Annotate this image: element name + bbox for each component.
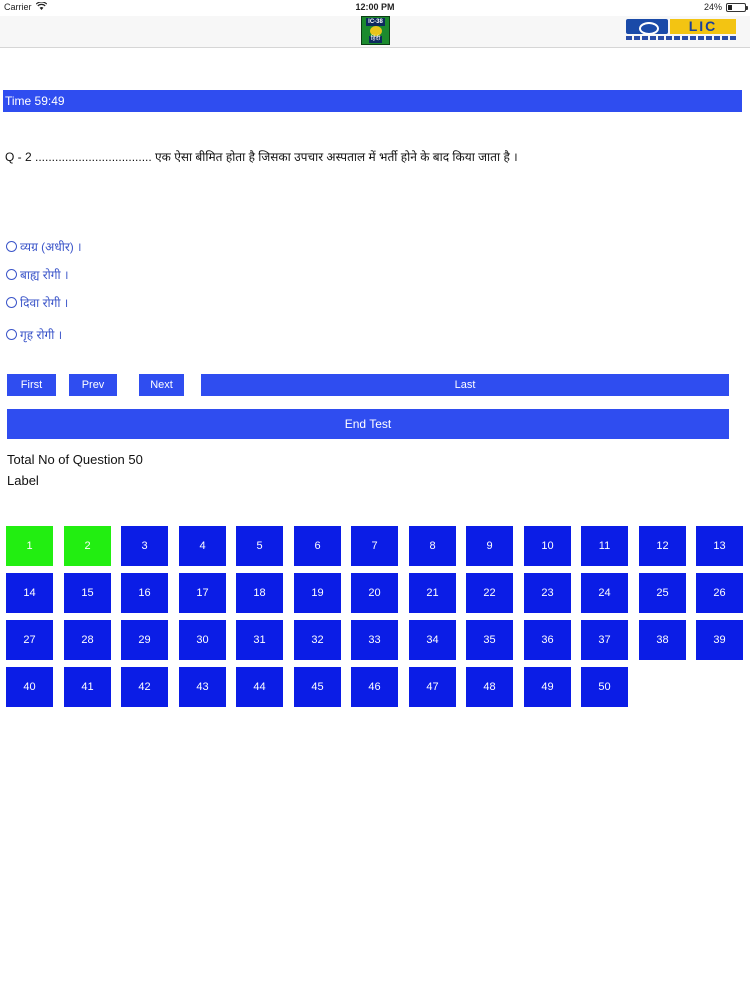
lic-logo-tagline	[626, 36, 736, 40]
option-label: गृह रोगी ।	[20, 327, 63, 342]
question-number-button[interactable]: 6	[294, 526, 341, 566]
status-bar: Carrier 12:00 PM 24%	[0, 0, 750, 16]
question-number-button[interactable]: 30	[179, 620, 226, 660]
question-number-button[interactable]: 44	[236, 667, 283, 707]
option-4[interactable]: गृह रोगी ।	[6, 326, 62, 342]
question-number-button[interactable]: 31	[236, 620, 283, 660]
question-number-button[interactable]: 18	[236, 573, 283, 613]
battery-percent: 24%	[703, 2, 722, 12]
question-number-button[interactable]: 17	[179, 573, 226, 613]
question-number-button[interactable]: 19	[294, 573, 341, 613]
option-label: दिवा रोगी ।	[20, 295, 69, 310]
question-number-button[interactable]: 32	[294, 620, 341, 660]
option-2[interactable]: बाह्य रोगी ।	[6, 266, 69, 282]
question-number-button[interactable]: 28	[64, 620, 111, 660]
radio-icon[interactable]	[6, 296, 17, 308]
app-logo-subtitle: हिंदी	[368, 36, 383, 43]
question-number-button[interactable]: 36	[524, 620, 571, 660]
question-number-button[interactable]: 27	[6, 620, 53, 660]
battery-group: 24%	[703, 2, 748, 12]
end-test-button[interactable]: End Test	[7, 409, 729, 439]
question-number-button[interactable]: 14	[6, 573, 53, 613]
question-number-button[interactable]: 4	[179, 526, 226, 566]
question-number-button[interactable]: 41	[64, 667, 111, 707]
question-number-button[interactable]: 25	[639, 573, 686, 613]
question-number-button[interactable]: 49	[524, 667, 571, 707]
question-number-button[interactable]: 37	[581, 620, 628, 660]
question-number-button[interactable]: 1	[6, 526, 53, 566]
question-number-button[interactable]: 9	[466, 526, 513, 566]
radio-icon[interactable]	[6, 240, 17, 252]
question-number-button[interactable]: 8	[409, 526, 456, 566]
next-button[interactable]: Next	[139, 374, 184, 396]
question-number-button[interactable]: 38	[639, 620, 686, 660]
question-number-button[interactable]: 20	[351, 573, 398, 613]
lic-logo: LIC	[626, 19, 736, 43]
battery-icon	[726, 2, 748, 12]
question-number-button[interactable]: 10	[524, 526, 571, 566]
question-number-button[interactable]: 23	[524, 573, 571, 613]
question-number-button[interactable]: 50	[581, 667, 628, 707]
first-button[interactable]: First	[7, 374, 56, 396]
question-number-button[interactable]: 48	[466, 667, 513, 707]
lic-logo-text: LIC	[670, 19, 736, 34]
question-number-button[interactable]: 3	[121, 526, 168, 566]
option-1[interactable]: व्यग्र (अधीर) ।	[6, 238, 82, 254]
question-text: Q - 2 ..................................…	[5, 150, 518, 164]
option-label: व्यग्र (अधीर) ।	[20, 239, 82, 254]
question-number-button[interactable]: 46	[351, 667, 398, 707]
radio-icon[interactable]	[6, 328, 17, 340]
question-number-button[interactable]: 11	[581, 526, 628, 566]
question-number-button[interactable]: 43	[179, 667, 226, 707]
app-logo-title: IC-38	[366, 18, 385, 26]
question-number-button[interactable]: 13	[696, 526, 743, 566]
status-time: 12:00 PM	[355, 2, 395, 12]
question-number-button[interactable]: 15	[64, 573, 111, 613]
total-questions-label: Total No of Question 50	[7, 452, 143, 467]
lic-emblem-icon	[626, 19, 668, 35]
seal-icon	[369, 26, 382, 36]
option-label: बाह्य रोगी ।	[20, 267, 69, 282]
app-logo: IC-38 हिंदी	[361, 16, 390, 45]
question-number-button[interactable]: 21	[409, 573, 456, 613]
question-number-button[interactable]: 29	[121, 620, 168, 660]
question-number-button[interactable]: 26	[696, 573, 743, 613]
question-number-button[interactable]: 12	[639, 526, 686, 566]
question-number-button[interactable]: 33	[351, 620, 398, 660]
question-number-button[interactable]: 24	[581, 573, 628, 613]
question-number-button[interactable]: 34	[409, 620, 456, 660]
status-label: Label	[7, 473, 39, 488]
nav-header: IC-38 हिंदी LIC	[0, 16, 750, 48]
prev-button[interactable]: Prev	[69, 374, 117, 396]
question-number-button[interactable]: 2	[64, 526, 111, 566]
question-number-button[interactable]: 39	[696, 620, 743, 660]
question-number-button[interactable]: 22	[466, 573, 513, 613]
question-number-button[interactable]: 5	[236, 526, 283, 566]
last-button[interactable]: Last	[201, 374, 729, 396]
question-number-button[interactable]: 40	[6, 667, 53, 707]
timer-bar: Time 59:49	[3, 90, 742, 112]
question-number-button[interactable]: 47	[409, 667, 456, 707]
radio-icon[interactable]	[6, 268, 17, 280]
question-number-button[interactable]: 16	[121, 573, 168, 613]
question-number-button[interactable]: 42	[121, 667, 168, 707]
question-number-button[interactable]: 7	[351, 526, 398, 566]
question-number-button[interactable]: 35	[466, 620, 513, 660]
question-number-button[interactable]: 45	[294, 667, 341, 707]
option-3[interactable]: दिवा रोगी ।	[6, 294, 68, 310]
